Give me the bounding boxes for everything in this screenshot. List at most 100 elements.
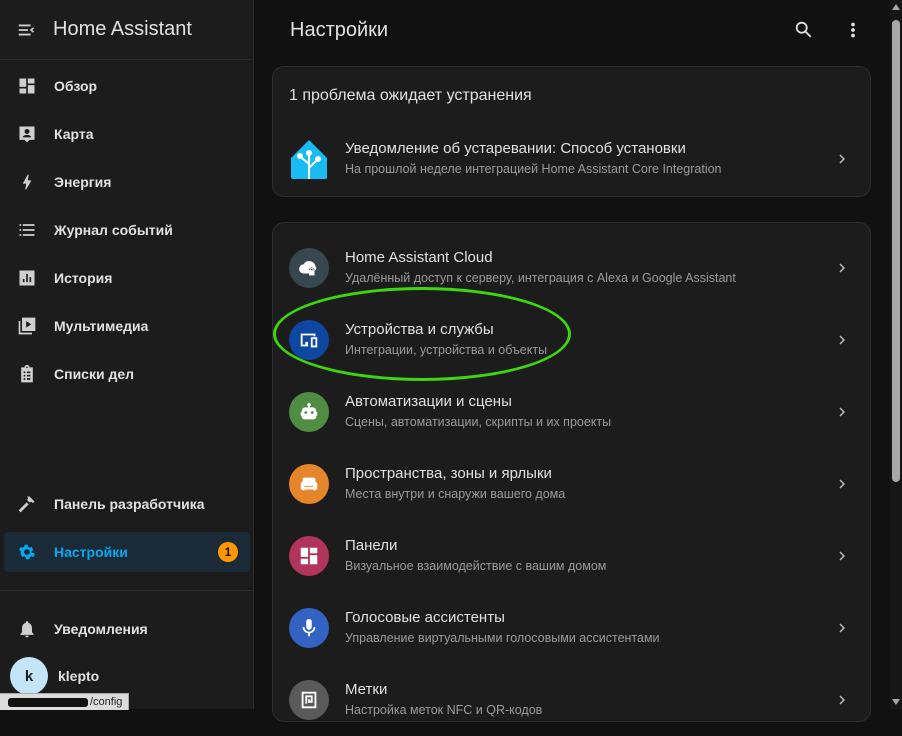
- chevron-right-icon: [832, 618, 852, 638]
- sidebar-item-label: Энергия: [54, 174, 112, 190]
- sidebar-item-label: Уведомления: [54, 621, 148, 637]
- menu-item-areas[interactable]: Пространства, зоны и ярлыки Места внутри…: [273, 448, 870, 520]
- sidebar-item-logbook[interactable]: Журнал событий: [4, 210, 250, 250]
- menu-item-subtitle: Сцены, автоматизации, скрипты и их проек…: [345, 415, 612, 429]
- sidebar-item-label: Журнал событий: [54, 222, 173, 238]
- page-scrollbar[interactable]: [890, 0, 902, 709]
- scroll-down-arrow-icon[interactable]: [892, 699, 900, 705]
- clipboard-list-icon: [16, 363, 38, 385]
- menu-item-subtitle: Настройка меток NFC и QR-кодов: [345, 703, 543, 717]
- menu-item-subtitle: Управление виртуальными голосовыми ассис…: [345, 631, 660, 645]
- sidebar-header: Home Assistant: [0, 0, 253, 60]
- menu-item-icon-circle: [289, 248, 329, 288]
- app-title: Home Assistant: [53, 18, 192, 40]
- lightning-icon: [16, 171, 38, 193]
- page-title: Настройки: [290, 18, 389, 41]
- menu-item-icon-circle: [289, 536, 329, 576]
- cog-icon: [16, 541, 38, 563]
- menu-item-cloud[interactable]: Home Assistant Cloud Удалённый доступ к …: [273, 232, 870, 304]
- menu-item-icon-circle: [289, 680, 329, 720]
- menu-item-title: Пространства, зоны и ярлыки: [345, 465, 552, 482]
- redacted-url-part: [8, 697, 88, 707]
- chevron-right-icon: [832, 690, 852, 710]
- search-icon: [795, 21, 812, 38]
- chevron-right-icon: [832, 330, 852, 350]
- sidebar-item-label: Карта: [54, 126, 94, 142]
- menu-item-icon-circle: [289, 392, 329, 432]
- menu-item-title: Home Assistant Cloud: [345, 249, 493, 266]
- status-bar-url: /config: [0, 693, 130, 710]
- repair-title: Уведомление об устаревании: Способ устан…: [345, 140, 686, 157]
- sidebar-item-developer-tools[interactable]: Панель разработчика: [4, 484, 250, 524]
- menu-item-title: Метки: [345, 681, 388, 698]
- sidebar-item-label: Панель разработчика: [54, 496, 205, 512]
- dashboard-icon: [16, 75, 38, 97]
- microphone-icon: [302, 618, 316, 637]
- chevron-right-icon: [832, 546, 852, 566]
- settings-menu-card: Home Assistant Cloud Удалённый доступ к …: [272, 222, 871, 722]
- menu-item-subtitle: Места внутри и снаружи вашего дома: [345, 487, 566, 501]
- repair-item[interactable]: Уведомление об устаревании: Способ устан…: [273, 123, 870, 195]
- menu-item-title: Панели: [345, 537, 398, 554]
- sidebar-item-label: Обзор: [54, 78, 98, 94]
- chart-box-icon: [16, 267, 38, 289]
- menu-item-title: Устройства и службы: [345, 321, 494, 338]
- avatar: k: [10, 657, 48, 695]
- sidebar-divider: [0, 590, 253, 591]
- user-name: klepto: [58, 668, 100, 684]
- view-dashboard-icon: [300, 547, 318, 565]
- sidebar-item-todo[interactable]: Списки дел: [4, 354, 250, 394]
- menu-item-subtitle: Удалённый доступ к серверу, интеграция с…: [345, 271, 736, 285]
- menu-collapse-icon[interactable]: [16, 19, 38, 41]
- chevron-right-icon: [832, 474, 852, 494]
- sidebar-item-user[interactable]: k klepto: [4, 656, 250, 696]
- dots-vertical-icon: [851, 22, 855, 38]
- chevron-right-icon: [832, 149, 852, 169]
- robot-icon: [300, 402, 318, 420]
- sidebar-item-settings[interactable]: Настройки 1: [4, 532, 250, 572]
- menu-item-title: Автоматизации и сцены: [345, 393, 512, 410]
- sidebar-item-energy[interactable]: Энергия: [4, 162, 250, 202]
- chevron-right-icon: [832, 402, 852, 422]
- sofa-icon: [300, 477, 318, 491]
- sidebar: Home Assistant Обзор Карта Энергия Журна…: [0, 0, 254, 709]
- menu-item-subtitle: Интеграции, устройства и объекты: [345, 343, 548, 357]
- sidebar-item-history[interactable]: История: [4, 258, 250, 298]
- status-url-suffix: /config: [90, 696, 123, 708]
- sidebar-item-notifications[interactable]: Уведомления: [4, 609, 250, 649]
- menu-item-voice-assistants[interactable]: Голосовые ассистенты Управление виртуаль…: [273, 592, 870, 664]
- menu-item-title: Голосовые ассистенты: [345, 609, 505, 626]
- scrollbar-thumb[interactable]: [892, 20, 900, 482]
- devices-icon: [300, 333, 318, 348]
- chevron-right-icon: [832, 258, 852, 278]
- sidebar-item-overview[interactable]: Обзор: [4, 66, 250, 106]
- sidebar-item-label: Мультимедиа: [54, 318, 149, 334]
- sidebar-item-media[interactable]: Мультимедиа: [4, 306, 250, 346]
- nfc-icon: [301, 691, 317, 709]
- bell-icon: [16, 618, 38, 640]
- sidebar-item-label: Списки дел: [54, 366, 135, 382]
- play-box-icon: [16, 315, 38, 337]
- hammer-icon: [16, 493, 38, 515]
- scroll-up-arrow-icon[interactable]: [892, 4, 900, 10]
- cloud-lock-icon: [299, 261, 317, 276]
- format-list-icon: [16, 219, 38, 241]
- menu-item-tags[interactable]: Метки Настройка меток NFC и QR-кодов: [273, 664, 870, 736]
- menu-item-icon-circle: [289, 608, 329, 648]
- menu-item-devices-services[interactable]: Устройства и службы Интеграции, устройст…: [273, 304, 870, 376]
- repairs-card: 1 проблема ожидает устранения Уведомлени…: [272, 66, 871, 197]
- repairs-heading: 1 проблема ожидает устранения: [289, 87, 532, 104]
- menu-item-automations[interactable]: Автоматизации и сцены Сцены, автоматизац…: [273, 376, 870, 448]
- sidebar-item-label: Настройки: [54, 544, 128, 560]
- repair-subtitle: На прошлой неделе интеграцией Home Assis…: [345, 162, 722, 176]
- home-assistant-logo-icon: [287, 137, 331, 181]
- menu-item-dashboards[interactable]: Панели Визуальное взаимодействие с вашим…: [273, 520, 870, 592]
- sidebar-item-label: История: [54, 270, 113, 286]
- notification-badge: 1: [218, 542, 238, 562]
- menu-item-icon-circle: [289, 464, 329, 504]
- overflow-menu-button[interactable]: [841, 18, 865, 42]
- menu-item-subtitle: Визуальное взаимодействие с вашим домом: [345, 559, 607, 573]
- search-button[interactable]: [792, 18, 816, 42]
- menu-item-icon-circle: [289, 320, 329, 360]
- sidebar-item-map[interactable]: Карта: [4, 114, 250, 154]
